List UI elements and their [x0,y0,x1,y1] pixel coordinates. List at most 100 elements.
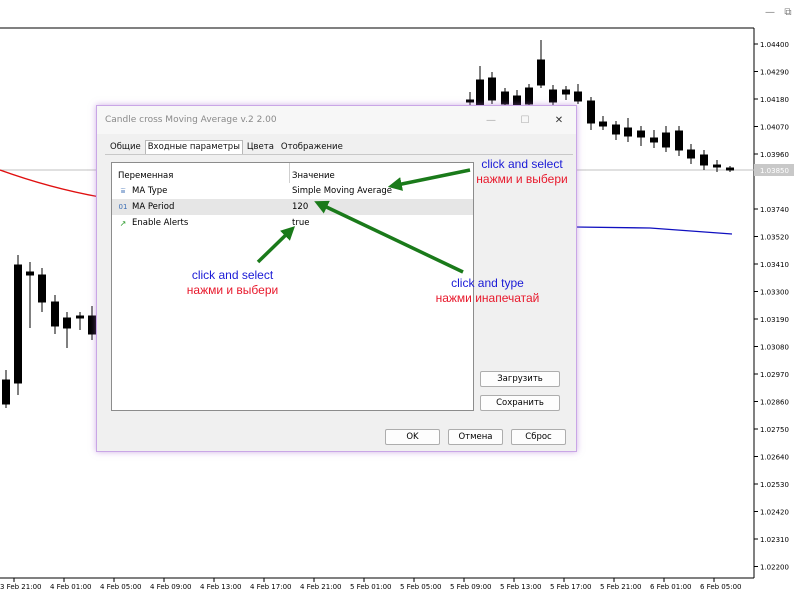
minimize-icon[interactable]: — [761,7,779,18]
ma-line-red [0,169,101,198]
maximize-icon: ☐ [520,114,530,126]
candle-body [488,77,496,101]
candle-body [26,271,34,276]
time-label: 5 Feb 09:00 [450,583,491,591]
time-label: 5 Feb 21:00 [600,583,641,591]
price-label: 1.03300 [760,289,789,297]
dialog-tabs: Общие Входные параметры Цвета Отображени… [107,140,347,155]
price-label: 1.02420 [760,509,789,517]
ok-button[interactable]: OK [385,429,440,445]
param-name: MA Type [132,186,168,196]
param-name: Enable Alerts [132,218,189,228]
restore-icon[interactable]: ⧉ [779,7,797,18]
candle-body [587,100,595,124]
ma-line-blue [574,226,733,235]
annotation-text-en: click and select [191,268,274,282]
annotation-text-en: click and type [451,276,524,290]
param-value-enable-alerts[interactable]: true [290,215,473,231]
price-label: 1.03410 [760,261,789,269]
column-header-variable[interactable]: Переменная [112,163,290,183]
param-value-ma-type[interactable]: Simple Moving Average [290,183,473,199]
candle-body [637,130,645,138]
time-label: 4 Feb 05:00 [100,583,141,591]
candle-body [501,91,509,105]
candle-body [726,167,734,171]
candle-body [675,130,683,151]
price-label: 1.03080 [760,344,789,352]
integer-icon: 01 [118,203,128,211]
candle-body [624,127,632,137]
time-label: 4 Feb 01:00 [50,583,91,591]
candle-body [51,301,59,327]
table-row[interactable]: 01 MA Period 120 [112,199,473,215]
candle-body [88,315,96,335]
candle-body [650,137,658,143]
price-label: 1.02530 [760,481,789,489]
price-label: 1.02860 [760,399,789,407]
time-label: 4 Feb 13:00 [200,583,241,591]
annotation-text-ru: нажми и выбери [476,172,568,186]
tab-visualization[interactable]: Отображение [278,140,346,155]
reset-button[interactable]: Сброс [511,429,566,445]
candle-body [76,315,84,319]
param-name: MA Period [132,202,175,212]
candle-body [599,121,607,127]
load-button[interactable]: Загрузить [480,371,560,387]
table-row[interactable]: ⩸ MA Type Simple Moving Average [112,183,473,199]
tab-general[interactable]: Общие [107,140,144,155]
candle-body [549,89,557,103]
column-header-value[interactable]: Значение [290,163,473,183]
tab-inputs[interactable]: Входные параметры [144,140,243,155]
price-label: 1.04180 [760,96,789,104]
price-label: 1.03190 [760,316,789,324]
price-label: 1.02200 [760,564,789,572]
dialog-title: Candle cross Moving Average v.2 2.00 [105,115,277,125]
price-label: 1.02970 [760,371,789,379]
dialog-titlebar[interactable]: Candle cross Moving Average v.2 2.00 — ☐… [97,106,576,134]
current-price-label: 1.03850 [760,167,789,175]
candle-body [662,132,670,148]
time-label: 6 Feb 01:00 [650,583,691,591]
candle-body [687,149,695,159]
close-icon[interactable]: ✕ [542,115,576,126]
candle-body [2,379,10,405]
price-label: 1.04070 [760,124,789,132]
enum-icon: ⩸ [120,186,126,195]
time-label: 5 Feb 13:00 [500,583,541,591]
price-label: 1.04400 [760,41,789,49]
candle-body [63,317,71,329]
candle-body [713,164,721,168]
time-label: 5 Feb 17:00 [550,583,591,591]
minimize-icon: — [486,114,496,126]
cancel-button[interactable]: Отмена [448,429,503,445]
table-row[interactable]: ↗ Enable Alerts true [112,215,473,231]
price-label: 1.02640 [760,454,789,462]
bool-icon: ↗ [119,218,127,228]
annotation-enable-alerts: click and select нажми и выбери [180,268,285,298]
price-label: 1.03740 [760,206,789,214]
time-label: 6 Feb 05:00 [700,583,741,591]
time-label: 4 Feb 21:00 [300,583,341,591]
price-label: 1.04290 [760,69,789,77]
time-label: 3 Feb 21:00 [0,583,41,591]
annotation-text-en: click and select [481,157,563,171]
candle-body [700,154,708,166]
candle-body [562,89,570,95]
save-button[interactable]: Сохранить [480,395,560,411]
candle-body [476,79,484,107]
candle-body [466,99,474,103]
tab-colors[interactable]: Цвета [244,140,277,155]
candle-body [574,91,582,102]
parameters-table: Переменная Значение ⩸ MA Type Simple Movi… [111,162,474,411]
annotation-text-ru: нажми и выбери [186,283,279,297]
price-label: 1.02310 [760,536,789,544]
candle-body [525,87,533,105]
annotation-ma-type: click and select нажми и выбери [472,157,572,187]
time-label: 4 Feb 17:00 [250,583,291,591]
candle-body [537,59,545,86]
time-label: 5 Feb 01:00 [350,583,391,591]
candle-body [38,274,46,303]
param-value-ma-period[interactable]: 120 [290,199,473,215]
annotation-text-ru: нажми инапечатай [435,291,540,305]
time-label: 4 Feb 09:00 [150,583,191,591]
